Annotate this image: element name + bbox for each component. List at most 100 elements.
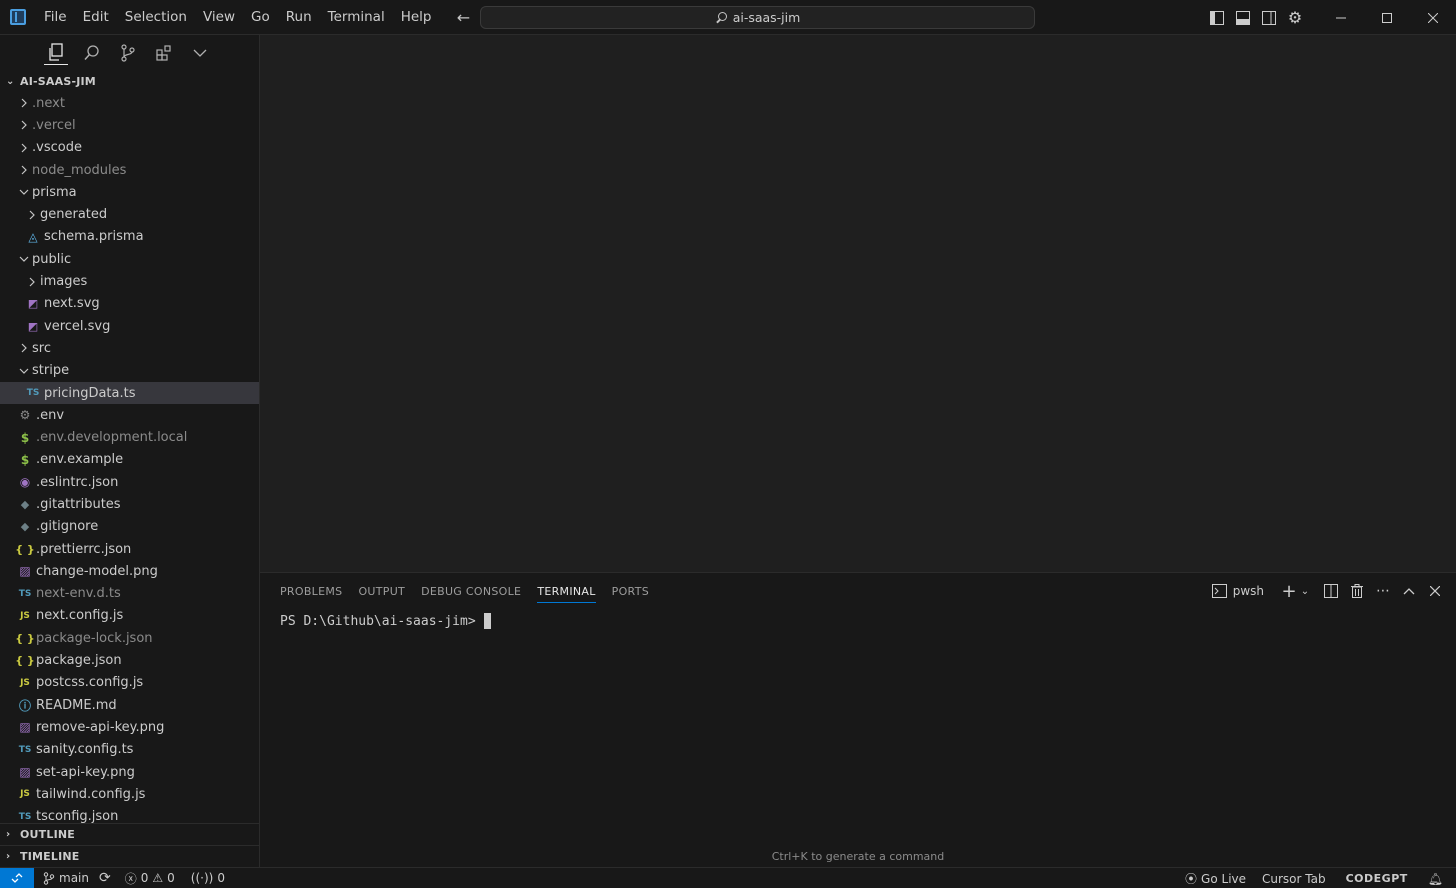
tree-file[interactable]: ◆ .gitignore bbox=[0, 516, 259, 538]
timeline-section-header[interactable]: › TIMELINE bbox=[0, 845, 259, 867]
tree-item-label: prisma bbox=[32, 184, 77, 200]
more-views-chevron-down-icon[interactable] bbox=[188, 41, 212, 65]
tab-problems[interactable]: PROBLEMS bbox=[272, 573, 350, 609]
tree-file[interactable]: TS next-env.d.ts bbox=[0, 583, 259, 605]
tree-folder[interactable]: public bbox=[0, 248, 259, 270]
command-center-search[interactable]: ai-saas-jim bbox=[480, 6, 1035, 29]
tree-file[interactable]: $ .env.example bbox=[0, 449, 259, 471]
tree-file[interactable]: { } package-lock.json bbox=[0, 627, 259, 649]
menu-selection[interactable]: Selection bbox=[117, 0, 195, 35]
editor-area[interactable] bbox=[260, 35, 1456, 572]
tree-item-label: pricingData.ts bbox=[44, 385, 136, 401]
tab-output[interactable]: OUTPUT bbox=[350, 573, 413, 609]
broadcast-icon: ((·)) bbox=[190, 871, 214, 885]
tree-file[interactable]: ▨ remove-api-key.png bbox=[0, 716, 259, 738]
settings-gear-icon[interactable]: ⚙ bbox=[1282, 0, 1308, 35]
remote-indicator-icon[interactable] bbox=[0, 867, 34, 888]
explorer-sidebar: ⌄ AI-SAAS-JIM .next .vercel .vscode node_mo… bbox=[0, 35, 260, 867]
terminal-prompt-line[interactable]: PS D:\Github\ai-saas-jim> bbox=[260, 613, 1456, 629]
tree-folder[interactable]: prisma bbox=[0, 181, 259, 203]
tree-file[interactable]: ◉ .eslintrc.json bbox=[0, 471, 259, 493]
toggle-primary-sidebar-icon[interactable] bbox=[1204, 0, 1230, 35]
minimize-icon[interactable] bbox=[1318, 0, 1364, 35]
tree-file[interactable]: $ .env.development.local bbox=[0, 426, 259, 448]
tree-file[interactable]: ▨ set-api-key.png bbox=[0, 761, 259, 783]
terminal-dropdown-chevron-icon[interactable]: ⌄ bbox=[1296, 582, 1314, 600]
error-count: 0 bbox=[140, 871, 149, 885]
tree-folder[interactable]: .vscode bbox=[0, 137, 259, 159]
tree-item-label: .vscode bbox=[32, 140, 82, 156]
tree-folder[interactable]: generated bbox=[0, 203, 259, 225]
tree-file[interactable]: ◩ next.svg bbox=[0, 293, 259, 315]
search-view-icon[interactable] bbox=[80, 41, 104, 65]
tree-folder[interactable]: .next bbox=[0, 92, 259, 114]
toggle-secondary-sidebar-icon[interactable] bbox=[1256, 0, 1282, 35]
tree-file[interactable]: TS pricingData.ts bbox=[0, 381, 259, 405]
toggle-panel-icon[interactable] bbox=[1230, 0, 1256, 35]
menu-view[interactable]: View bbox=[195, 0, 243, 35]
chevron-right-icon: › bbox=[6, 851, 11, 862]
tree-file[interactable]: { } package.json bbox=[0, 649, 259, 671]
svg-icon: ◩ bbox=[27, 319, 39, 333]
menu-run[interactable]: Run bbox=[278, 0, 320, 35]
tree-folder[interactable]: images bbox=[0, 270, 259, 292]
terminal-shell-icon[interactable] bbox=[1211, 582, 1229, 600]
tree-folder[interactable]: .vercel bbox=[0, 114, 259, 136]
tree-folder[interactable]: src bbox=[0, 337, 259, 359]
source-control-icon[interactable] bbox=[116, 41, 140, 65]
terminal-shell-label[interactable]: pwsh bbox=[1233, 584, 1264, 598]
menu-terminal[interactable]: Terminal bbox=[320, 0, 393, 35]
cursor-tab-button[interactable]: Cursor Tab bbox=[1257, 868, 1331, 888]
javascript-icon: JS bbox=[20, 789, 30, 800]
tree-item-label: .env.development.local bbox=[36, 430, 188, 446]
tree-file[interactable]: TS sanity.config.ts bbox=[0, 739, 259, 761]
maximize-panel-chevron-up-icon[interactable] bbox=[1400, 582, 1418, 600]
more-actions-ellipsis-icon[interactable]: ⋯ bbox=[1374, 582, 1392, 600]
explorer-root-header[interactable]: ⌄ AI-SAAS-JIM bbox=[0, 70, 259, 92]
tree-file[interactable]: JS tailwind.config.js bbox=[0, 783, 259, 805]
problems-indicator[interactable]: ⓧ 0 ⚠ 0 bbox=[120, 868, 180, 888]
maximize-icon[interactable] bbox=[1364, 0, 1410, 35]
chevron-down-icon bbox=[16, 187, 32, 197]
trash-icon[interactable] bbox=[1348, 582, 1366, 600]
split-terminal-icon[interactable] bbox=[1322, 582, 1340, 600]
tree-file[interactable]: JS next.config.js bbox=[0, 605, 259, 627]
tree-file[interactable]: { } .prettierrc.json bbox=[0, 538, 259, 560]
menu-help[interactable]: Help bbox=[393, 0, 440, 35]
tree-file[interactable]: ◬ schema.prisma bbox=[0, 226, 259, 248]
explorer-files-icon[interactable] bbox=[44, 41, 68, 65]
extensions-icon[interactable] bbox=[152, 41, 176, 65]
javascript-icon: JS bbox=[20, 610, 30, 621]
outline-section-header[interactable]: › OUTLINE bbox=[0, 823, 259, 845]
tree-file[interactable]: ◆ .gitattributes bbox=[0, 493, 259, 515]
typescript-icon: TS bbox=[18, 588, 32, 599]
go-live-button[interactable]: ⦿ Go Live bbox=[1180, 868, 1251, 888]
tree-file[interactable]: ⚙ .env bbox=[0, 404, 259, 426]
menu-go[interactable]: Go bbox=[243, 0, 278, 35]
tree-item-label: stripe bbox=[32, 363, 70, 379]
codegpt-button[interactable]: CODEGPT bbox=[1341, 868, 1413, 888]
tab-ports[interactable]: PORTS bbox=[604, 573, 657, 609]
tree-file[interactable]: ◩ vercel.svg bbox=[0, 315, 259, 337]
chevron-right-icon: › bbox=[6, 829, 11, 840]
menu-edit[interactable]: Edit bbox=[75, 0, 117, 35]
chevron-down-icon bbox=[16, 366, 32, 376]
menu-file[interactable]: File bbox=[36, 0, 75, 35]
sync-icon[interactable]: ⟳ bbox=[94, 868, 116, 888]
git-branch-button[interactable]: main bbox=[38, 868, 94, 888]
terminal-cursor bbox=[483, 613, 491, 629]
close-window-icon[interactable] bbox=[1410, 0, 1456, 35]
tree-folder[interactable]: stripe bbox=[0, 360, 259, 382]
ports-indicator[interactable]: ((·)) 0 bbox=[186, 868, 230, 888]
tree-folder[interactable]: node_modules bbox=[0, 159, 259, 181]
back-arrow-icon[interactable]: ← bbox=[453, 7, 473, 27]
tree-file[interactable]: ▨ change-model.png bbox=[0, 560, 259, 582]
notifications-bell-icon[interactable]: 🔔︎ bbox=[1423, 868, 1448, 888]
tree-item-label: tsconfig.json bbox=[36, 809, 119, 825]
tree-item-label: .prettierrc.json bbox=[36, 541, 132, 557]
close-panel-icon[interactable] bbox=[1426, 582, 1444, 600]
tab-debug-console[interactable]: DEBUG CONSOLE bbox=[413, 573, 529, 609]
tab-terminal[interactable]: TERMINAL bbox=[529, 573, 603, 609]
tree-file[interactable]: ⓘ README.md bbox=[0, 694, 259, 716]
tree-file[interactable]: JS postcss.config.js bbox=[0, 672, 259, 694]
